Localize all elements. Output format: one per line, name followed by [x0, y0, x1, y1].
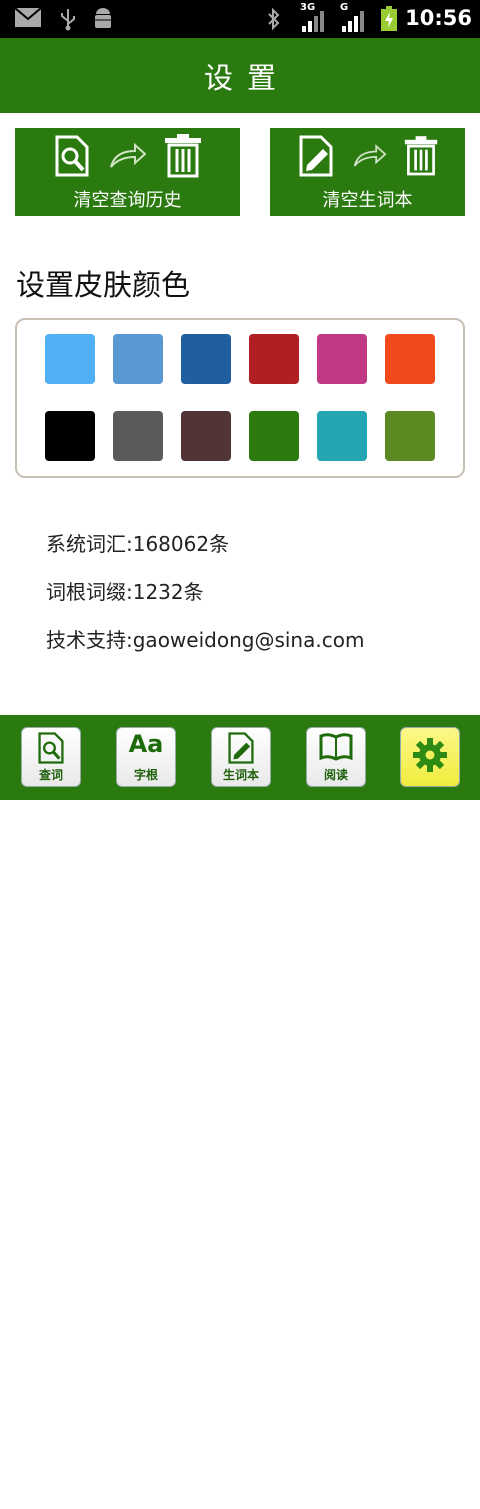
- nav-wordbook-label: 生词本: [222, 768, 259, 782]
- status-bar: 3G G 10:56: [0, 0, 480, 38]
- support-info: 技术支持:gaoweidong@sina.com: [46, 628, 365, 652]
- clear-history-icons: [15, 134, 240, 182]
- nav-wordbook[interactable]: 生词本: [211, 727, 271, 787]
- watermark-url: Winwin7.com: [360, 1498, 427, 1509]
- mail-icon: [14, 7, 42, 33]
- arrow-right-icon: [107, 141, 147, 175]
- color-swatch[interactable]: [45, 411, 95, 461]
- page-title: 设置: [203, 60, 290, 95]
- color-swatch[interactable]: [181, 411, 231, 461]
- clear-wordbook-icons: [270, 134, 465, 182]
- color-swatch[interactable]: [385, 411, 435, 461]
- bluetooth-icon: [266, 7, 282, 35]
- color-swatch[interactable]: [181, 334, 231, 384]
- clear-history-button[interactable]: 清空查询历史: [15, 128, 240, 216]
- battery-charging-icon: [380, 6, 398, 36]
- clear-history-label: 清空查询历史: [73, 190, 182, 211]
- status-time: 10:56: [405, 6, 472, 30]
- color-swatch[interactable]: [249, 411, 299, 461]
- edit-document-icon: [212, 732, 270, 768]
- search-document-icon: [22, 732, 80, 768]
- nav-lookup-label: 查词: [38, 768, 63, 782]
- trash-icon: [163, 134, 203, 182]
- color-swatch[interactable]: [317, 411, 367, 461]
- clear-wordbook-button[interactable]: 清空生词本: [270, 128, 465, 216]
- clear-wordbook-label: 清空生词本: [322, 190, 413, 211]
- trash-icon: [403, 134, 439, 182]
- nav-settings[interactable]: [400, 727, 460, 787]
- color-swatch[interactable]: [113, 334, 163, 384]
- color-swatch[interactable]: [45, 334, 95, 384]
- skin-color-title: 设置皮肤颜色: [16, 268, 191, 302]
- skin-color-panel: [15, 318, 465, 478]
- nav-roots-label: 字根: [133, 768, 158, 782]
- color-swatch[interactable]: [317, 334, 367, 384]
- nav-lookup[interactable]: 查词: [21, 727, 81, 787]
- arrow-right-icon: [351, 141, 387, 175]
- watermark-text: Win7系统之家: [290, 1471, 463, 1499]
- app-header: 设置: [0, 38, 480, 113]
- edit-document-icon: [297, 135, 335, 181]
- android-debug-icon: [92, 7, 114, 35]
- color-swatch[interactable]: [385, 334, 435, 384]
- bottom-nav: 查词 Aa 字根 生词本 阅读 Win7系统之家 Winwin7.com: [0, 715, 480, 1509]
- book-icon: [307, 732, 365, 766]
- gear-icon: [401, 736, 459, 778]
- color-swatch[interactable]: [113, 411, 163, 461]
- usb-icon: [58, 7, 78, 35]
- nav-reading-label: 阅读: [323, 768, 348, 782]
- system-words-info: 系统词汇:168062条: [46, 532, 230, 556]
- nav-reading[interactable]: 阅读: [306, 727, 366, 787]
- nav-roots[interactable]: Aa 字根: [116, 727, 176, 787]
- color-swatch[interactable]: [249, 334, 299, 384]
- search-document-icon: [53, 135, 91, 181]
- roots-info: 词根词缀:1232条: [46, 580, 204, 604]
- letters-aa-icon: Aa: [128, 730, 164, 758]
